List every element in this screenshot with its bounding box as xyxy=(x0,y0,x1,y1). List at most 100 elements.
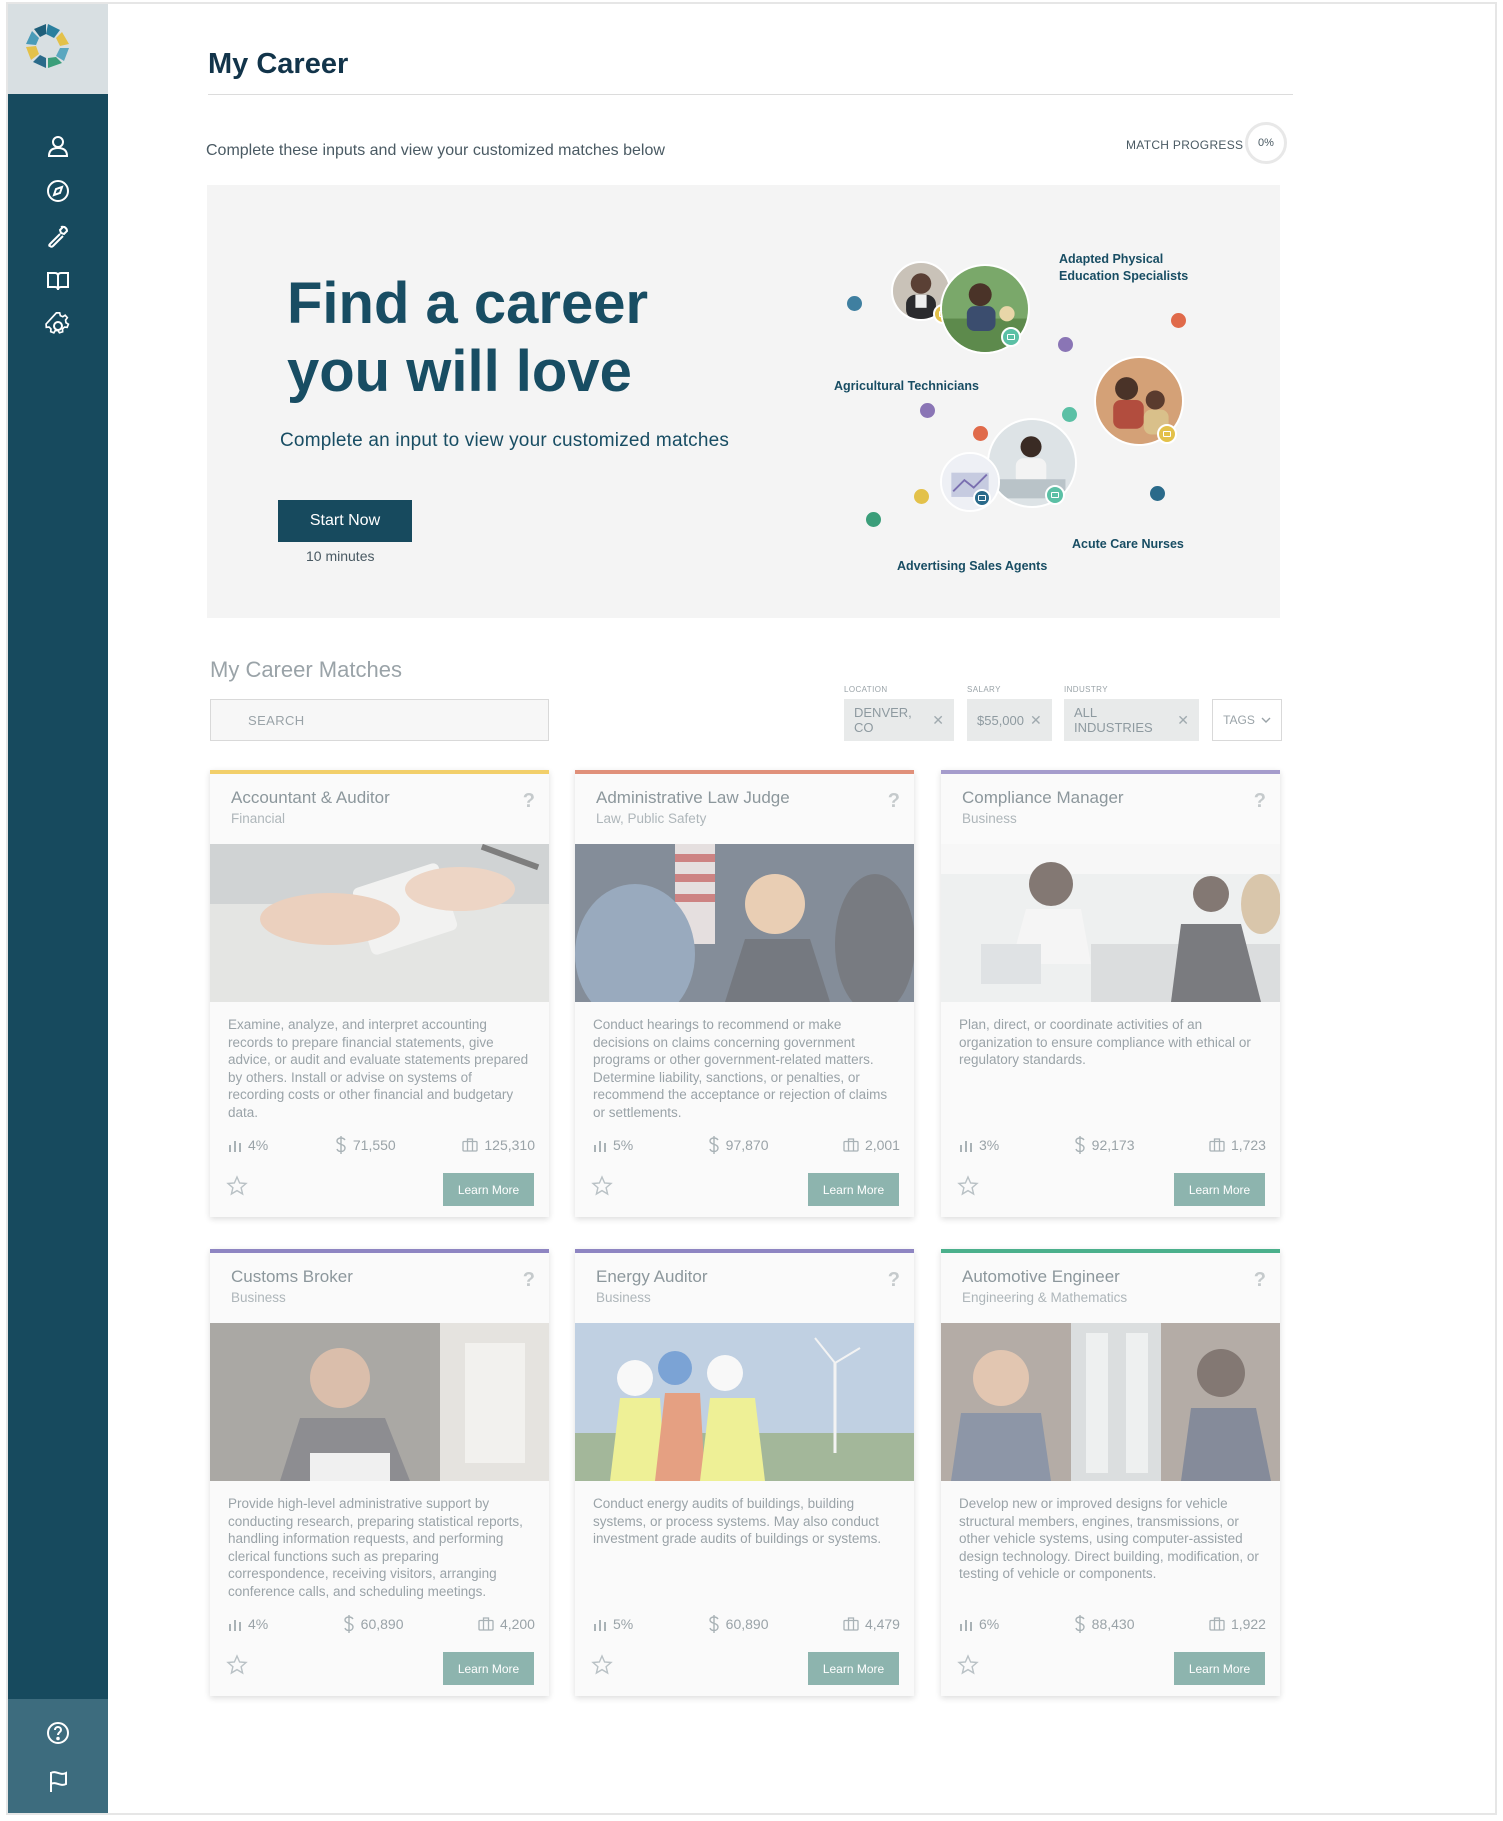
briefcase-icon xyxy=(1209,1138,1225,1152)
card-image xyxy=(210,844,549,1002)
card-header: Accountant & Auditor Financial ? xyxy=(210,774,549,844)
card-category: Law, Public Safety xyxy=(596,811,707,826)
dollar-icon xyxy=(1074,1136,1085,1154)
salary-value: 60,890 xyxy=(725,1616,769,1632)
help-icon[interactable] xyxy=(44,1719,72,1747)
star-icon[interactable] xyxy=(957,1654,979,1676)
badge-icon xyxy=(1045,485,1065,505)
title-divider xyxy=(208,94,1293,95)
star-icon[interactable] xyxy=(226,1175,248,1197)
salary-stat: 97,870 xyxy=(708,1136,769,1154)
dollar-icon xyxy=(708,1615,719,1633)
decor-dot xyxy=(866,512,881,527)
page-title: My Career xyxy=(208,48,349,80)
card-description: Conduct hearings to recommend or make de… xyxy=(593,1017,888,1120)
jobs-value: 4,200 xyxy=(499,1616,535,1632)
start-time-estimate: 10 minutes xyxy=(306,548,375,564)
card-title: Customs Broker xyxy=(231,1267,353,1286)
card-image xyxy=(210,1323,549,1481)
decor-dot xyxy=(847,296,862,311)
salary-stat: 71,550 xyxy=(335,1136,396,1154)
career-card[interactable]: Energy Auditor Business ? Conduct energy… xyxy=(575,1249,914,1696)
tags-label: TAGS xyxy=(1223,713,1255,727)
salary-value: 71,550 xyxy=(352,1137,396,1153)
decor-dot xyxy=(1150,486,1165,501)
card-description: Conduct energy audits of buildings, buil… xyxy=(593,1496,882,1547)
start-now-button[interactable]: Start Now xyxy=(278,500,412,542)
card-title: Administrative Law Judge xyxy=(596,788,790,807)
help-icon[interactable]: ? xyxy=(1254,790,1266,813)
growth-icon xyxy=(594,1620,606,1631)
learn-more-button[interactable]: Learn More xyxy=(443,1173,534,1206)
career-card[interactable]: Automotive Engineer Engineering & Mathem… xyxy=(941,1249,1280,1696)
help-icon[interactable]: ? xyxy=(888,1269,900,1292)
growth-stat: 4% xyxy=(228,1615,268,1633)
star-icon[interactable] xyxy=(957,1175,979,1197)
industry-filter-chip[interactable]: ALL INDUSTRIES ✕ xyxy=(1064,699,1199,741)
star-icon[interactable] xyxy=(591,1175,613,1197)
salary-stat: 60,890 xyxy=(708,1615,769,1633)
matches-title: My Career Matches xyxy=(210,657,402,682)
jobs-value: 125,310 xyxy=(484,1137,535,1153)
growth-value: 4% xyxy=(248,1137,269,1153)
wrench-icon[interactable] xyxy=(44,222,72,250)
dollar-icon xyxy=(343,1615,354,1633)
help-icon[interactable]: ? xyxy=(523,790,535,813)
briefcase-icon xyxy=(1209,1617,1225,1631)
jobs-value: 1,723 xyxy=(1230,1137,1266,1153)
compass-icon[interactable] xyxy=(44,177,72,205)
learn-more-button[interactable]: Learn More xyxy=(1174,1173,1265,1206)
book-icon[interactable] xyxy=(44,267,72,295)
growth-value: 5% xyxy=(613,1616,634,1632)
app-logo[interactable] xyxy=(8,4,108,94)
star-icon[interactable] xyxy=(591,1654,613,1676)
learn-more-button[interactable]: Learn More xyxy=(1174,1652,1265,1685)
salary-caption: SALARY xyxy=(967,685,1001,694)
salary-filter-chip[interactable]: $55,000 ✕ xyxy=(967,699,1052,741)
growth-stat: 6% xyxy=(959,1615,999,1633)
user-icon[interactable] xyxy=(44,132,72,160)
learn-more-button[interactable]: Learn More xyxy=(808,1652,899,1685)
growth-stat: 5% xyxy=(593,1615,633,1633)
help-icon[interactable]: ? xyxy=(888,790,900,813)
career-card[interactable]: Accountant & Auditor Financial ? Examine… xyxy=(210,770,549,1217)
card-image xyxy=(575,844,914,1002)
location-filter-chip[interactable]: DENVER, CO ✕ xyxy=(844,699,954,741)
jobs-stat: 4,479 xyxy=(843,1615,900,1633)
tags-dropdown[interactable]: TAGS xyxy=(1212,699,1282,741)
decor-dot xyxy=(1062,407,1077,422)
card-header: Automotive Engineer Engineering & Mathem… xyxy=(941,1253,1280,1323)
career-photo-bubble xyxy=(940,452,1000,512)
learn-more-button[interactable]: Learn More xyxy=(443,1652,534,1685)
growth-icon xyxy=(960,1141,972,1152)
close-icon[interactable]: ✕ xyxy=(1177,712,1189,729)
salary-value: 92,173 xyxy=(1091,1137,1135,1153)
card-description: Develop new or improved designs for vehi… xyxy=(959,1496,1259,1582)
hero-heading: Find a career you will love xyxy=(287,271,649,404)
card-header: Energy Auditor Business ? xyxy=(575,1253,914,1323)
badge-icon xyxy=(1001,327,1021,347)
learn-more-button[interactable]: Learn More xyxy=(808,1173,899,1206)
close-icon[interactable]: ✕ xyxy=(932,712,944,729)
career-card[interactable]: Customs Broker Business ? Provide high-l… xyxy=(210,1249,549,1696)
jobs-value: 2,001 xyxy=(864,1137,900,1153)
career-card[interactable]: Compliance Manager Business ? Plan, dire… xyxy=(941,770,1280,1217)
growth-value: 6% xyxy=(979,1616,1000,1632)
flag-icon[interactable] xyxy=(44,1767,72,1795)
hero-subheading: Complete an input to view your customize… xyxy=(280,430,730,451)
match-progress-label: MATCH PROGRESS xyxy=(1126,138,1244,152)
location-filter-value: DENVER, CO xyxy=(854,705,912,735)
card-stats: 5% 60,890 4,479 xyxy=(593,1615,900,1633)
card-stats: 5% 97,870 2,001 xyxy=(593,1136,900,1154)
briefcase-icon xyxy=(478,1617,494,1631)
close-icon[interactable]: ✕ xyxy=(1030,712,1042,729)
jobs-stat: 1,922 xyxy=(1209,1615,1266,1633)
search-input[interactable]: SEARCH xyxy=(210,699,549,741)
career-card[interactable]: Administrative Law Judge Law, Public Saf… xyxy=(575,770,914,1217)
card-category: Financial xyxy=(231,811,286,826)
help-icon[interactable]: ? xyxy=(523,1269,535,1292)
help-icon[interactable]: ? xyxy=(1254,1269,1266,1292)
card-title: Energy Auditor xyxy=(596,1267,708,1286)
star-icon[interactable] xyxy=(226,1654,248,1676)
gear-icon[interactable] xyxy=(44,312,72,340)
